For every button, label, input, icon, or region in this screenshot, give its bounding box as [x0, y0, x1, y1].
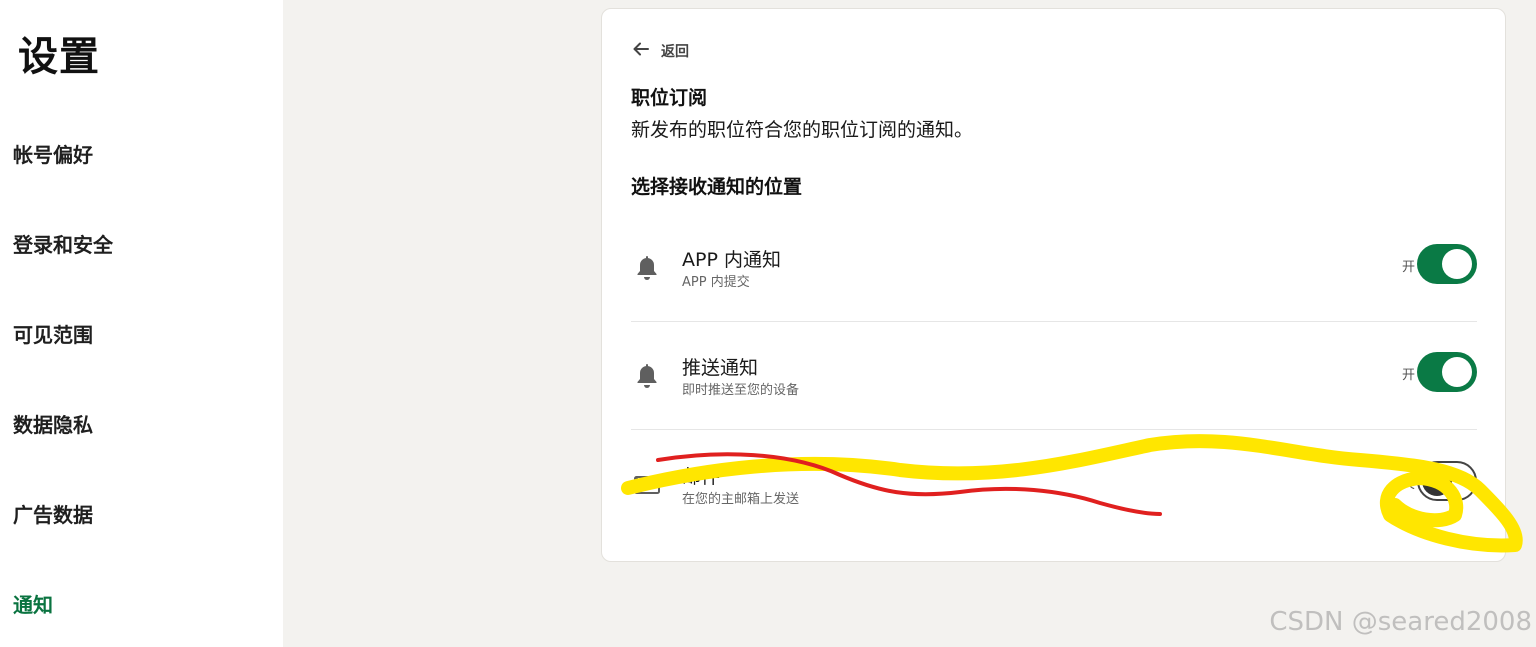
sidebar-item-notifications[interactable]: 通知: [13, 589, 53, 618]
sidebar-item-sign-in-security[interactable]: 登录和安全: [13, 229, 113, 258]
in-app-toggle[interactable]: [1417, 244, 1477, 284]
setting-subtitle: APP 内提交: [682, 275, 750, 290]
setting-subtitle: 在您的主邮箱上发送: [682, 492, 800, 507]
setting-row-email: 邮件 在您的主邮箱上发送 关: [631, 431, 1477, 539]
back-button[interactable]: 返回: [631, 39, 689, 63]
mail-icon: [633, 471, 661, 499]
setting-row-in-app: APP 内通知 APP 内提交 开: [631, 214, 1477, 322]
toggle-state-label: 开: [1401, 260, 1415, 275]
sidebar-item-ad-data[interactable]: 广告数据: [13, 499, 93, 528]
toggle-knob: [1442, 249, 1472, 279]
email-toggle[interactable]: [1417, 461, 1477, 501]
setting-subtitle: 即时推送至您的设备: [682, 383, 800, 398]
setting-title: APP 内通知: [682, 249, 781, 271]
watermark: CSDN @seared2008: [1269, 607, 1532, 637]
toggle-knob: [1442, 357, 1472, 387]
sidebar-item-account-preferences[interactable]: 帐号偏好: [13, 139, 93, 168]
toggle-state-label: 关: [1401, 477, 1415, 492]
toggle-state-label: 开: [1401, 368, 1415, 383]
sidebar-title: 设置: [18, 34, 100, 80]
notification-settings-card: 返回 职位订阅 新发布的职位符合您的职位订阅的通知。 选择接收通知的位置 APP…: [601, 8, 1506, 562]
bell-icon: [633, 254, 661, 282]
setting-row-push: 推送通知 即时推送至您的设备 开: [631, 322, 1477, 430]
setting-title: 邮件: [682, 466, 721, 488]
setting-title: 推送通知: [682, 357, 759, 379]
arrow-left-icon: [631, 39, 651, 63]
settings-sidebar: 设置 帐号偏好 登录和安全 可见范围 数据隐私 广告数据 通知: [0, 0, 283, 647]
sidebar-item-data-privacy[interactable]: 数据隐私: [13, 409, 93, 438]
push-toggle[interactable]: [1417, 352, 1477, 392]
section-description: 新发布的职位符合您的职位订阅的通知。: [631, 119, 974, 141]
delivery-location-heading: 选择接收通知的位置: [631, 176, 803, 198]
back-label: 返回: [661, 44, 689, 60]
toggle-knob: [1422, 466, 1452, 496]
section-title: 职位订阅: [631, 87, 708, 109]
sidebar-item-visibility[interactable]: 可见范围: [13, 319, 93, 348]
bell-icon: [633, 362, 661, 390]
